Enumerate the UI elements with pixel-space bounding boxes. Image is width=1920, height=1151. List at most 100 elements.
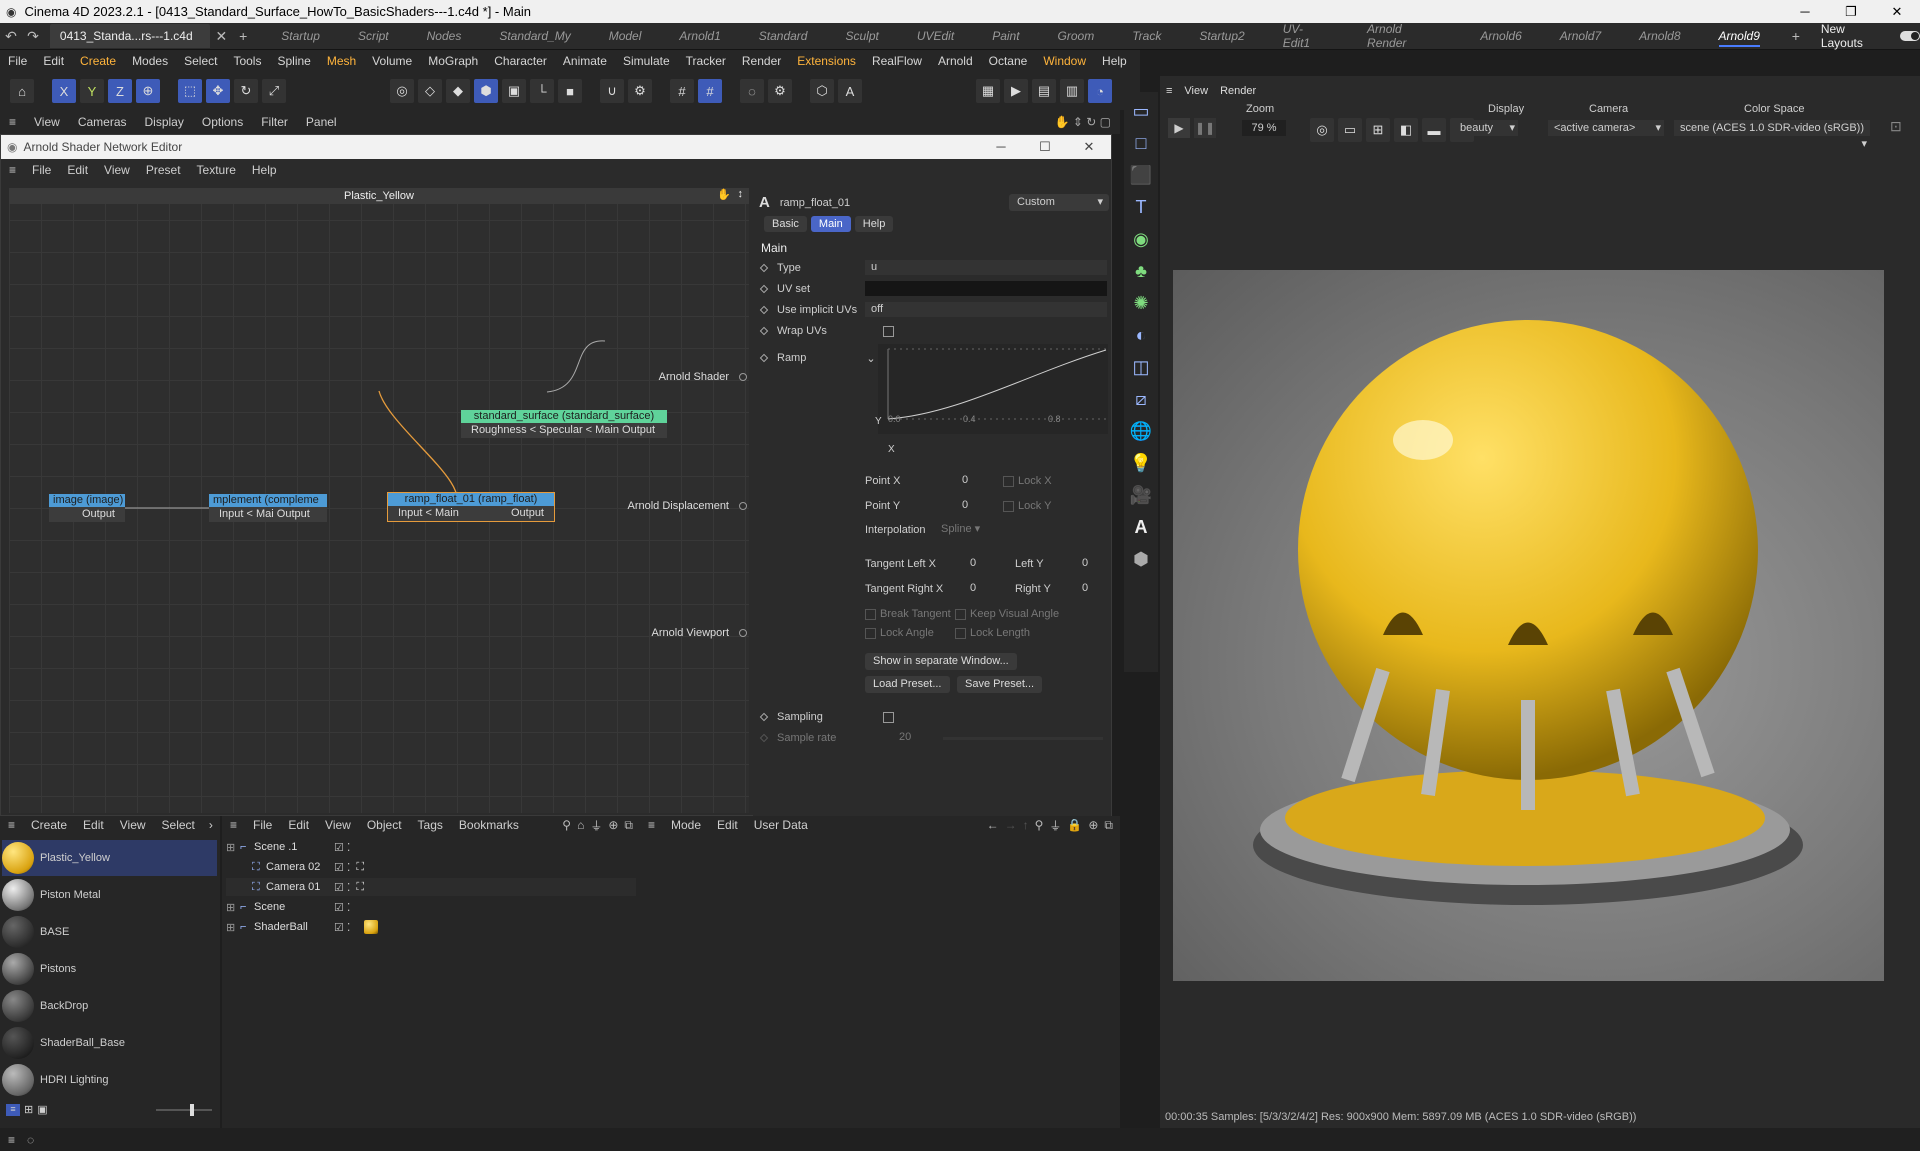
material-box-icon[interactable]: ⬢ (1128, 546, 1154, 572)
render-queue-icon[interactable]: ▤ (1032, 79, 1056, 103)
node-ramp[interactable]: ramp_float_01 (ramp_float) Input < Main … (387, 492, 555, 522)
viewmenu-cameras[interactable]: Cameras (69, 115, 136, 129)
pause-icon[interactable]: ❚❚ (1194, 118, 1216, 138)
undo-icon[interactable]: ↶ (0, 28, 22, 45)
menu-octane[interactable]: Octane (981, 54, 1036, 68)
world-icon[interactable]: ⊕ (136, 79, 160, 103)
arnold-icon[interactable]: A (838, 79, 862, 103)
cloner-icon[interactable]: ♣ (1128, 258, 1154, 284)
coord-system-icon[interactable]: ⌂ (10, 79, 34, 103)
render-settings2-icon[interactable]: ▥ (1060, 79, 1084, 103)
close-icon[interactable]: ✕ (1874, 4, 1920, 20)
material-item[interactable]: Piston Metal (2, 877, 217, 913)
clapper-icon[interactable]: ▦ (976, 79, 1000, 103)
editor-maximize-icon[interactable]: ☐ (1023, 139, 1067, 155)
layout-tab-startup2[interactable]: Startup2 (1180, 29, 1263, 43)
attrmgr-hamburger-icon[interactable]: ≡ (640, 818, 663, 832)
editor-menu-file[interactable]: File (24, 163, 59, 177)
texture-mode-icon[interactable]: ▣ (502, 79, 526, 103)
display-dropdown[interactable]: beauty ▾ (1456, 120, 1518, 136)
node-ramp-output[interactable]: Output (511, 506, 544, 521)
editor-menu-help[interactable]: Help (244, 163, 285, 177)
node-image[interactable]: image (image) Output (49, 494, 125, 522)
pointx-field[interactable]: 0 (937, 473, 993, 488)
layout-tab-arnold-render[interactable]: Arnold Render (1348, 22, 1461, 50)
layout-tab-arnold8[interactable]: Arnold8 (1620, 29, 1699, 43)
forward-arrow-icon[interactable]: → (1002, 818, 1020, 832)
attrmgr-menu-mode[interactable]: Mode (663, 818, 709, 832)
material-menu-select[interactable]: Select (154, 818, 203, 832)
visibility-check-icon[interactable]: ☑ ⁚ (334, 901, 350, 914)
output-shader-port[interactable] (739, 373, 747, 381)
light-icon[interactable]: 💡 (1128, 450, 1154, 476)
menu-modes[interactable]: Modes (124, 54, 176, 68)
menu-arnold[interactable]: Arnold (930, 54, 981, 68)
node-standard-surface[interactable]: standard_surface (standard_surface) Roug… (461, 410, 667, 438)
menu-window[interactable]: Window (1035, 54, 1094, 68)
node-standard-port[interactable]: Roughness < Specular < Main Output (461, 423, 667, 438)
editor-menu-preset[interactable]: Preset (138, 163, 189, 177)
expand-icon[interactable]: ⊞ (226, 901, 240, 914)
back-arrow-icon[interactable]: ← (984, 818, 1002, 832)
sample-rate-slider[interactable] (943, 737, 1103, 740)
material-item[interactable]: HDRI Lighting (2, 1062, 217, 1098)
ipr-icon[interactable]: ◔ (1088, 79, 1112, 103)
tab-help[interactable]: Help (854, 216, 894, 232)
attrmgr-menu-edit[interactable]: Edit (709, 818, 746, 832)
model-mode-icon[interactable]: ⬢ (474, 79, 498, 103)
interp-dropdown[interactable]: Spline ▾ (937, 522, 995, 537)
object-menu-bookmarks[interactable]: Bookmarks (451, 818, 527, 832)
arnold-strip-icon[interactable]: A (1128, 514, 1154, 540)
editor-menu-edit[interactable]: Edit (59, 163, 96, 177)
node-ramp-input[interactable]: Input < Main (398, 506, 459, 521)
layout-tab-track[interactable]: Track (1113, 29, 1180, 43)
polygons-mode-icon[interactable]: ◆ (446, 79, 470, 103)
render-region-icon[interactable]: ◌ (740, 79, 764, 103)
menu-extensions[interactable]: Extensions (789, 54, 864, 68)
material-hamburger-icon[interactable]: ≡ (0, 818, 23, 832)
filter-icon[interactable]: ⏚ (587, 817, 605, 834)
spline-tool-icon[interactable]: ⧄ (1128, 386, 1154, 412)
effector-icon[interactable]: ✺ (1128, 290, 1154, 316)
editor-hamburger-icon[interactable]: ≡ (1, 163, 24, 177)
object-menu-object[interactable]: Object (359, 818, 410, 832)
move-icon[interactable]: ✥ (206, 79, 230, 103)
menu-render[interactable]: Render (734, 54, 789, 68)
new-window-icon[interactable]: ⧉ (1101, 818, 1116, 833)
grid-view-icon[interactable]: ⊞ (24, 1103, 33, 1116)
menu-tools[interactable]: Tools (225, 54, 269, 68)
material-item[interactable]: Pistons (2, 951, 217, 987)
thumbnail-size-slider[interactable] (156, 1109, 212, 1111)
viewmenu-options[interactable]: Options (193, 115, 252, 129)
material-tag-icon[interactable] (364, 920, 379, 934)
grid-icon[interactable]: # (670, 79, 694, 103)
render-settings-icon[interactable]: ⚙ (768, 79, 792, 103)
keyframe-icon[interactable] (759, 712, 769, 722)
layout-tab-sculpt[interactable]: Sculpt (826, 29, 897, 43)
node-complement-port[interactable]: Input < Mai Output (209, 507, 327, 522)
cube-icon[interactable]: ⬛ (1128, 162, 1154, 188)
type-field[interactable]: u (865, 260, 1107, 275)
status-hamburger-icon[interactable]: ≡ (0, 1133, 23, 1147)
menu-create[interactable]: Create (72, 54, 124, 68)
layout-tab-standard[interactable]: Standard (740, 29, 827, 43)
object-row[interactable]: ⛶ Camera 02 ☑ ⁚ ⛶ (226, 858, 636, 876)
tlx-field[interactable]: 0 (953, 556, 993, 571)
expand-icon[interactable]: ⊞ (226, 841, 240, 854)
editor-minimize-icon[interactable]: ─ (979, 139, 1023, 155)
menu-realflow[interactable]: RealFlow (864, 54, 930, 68)
editor-menu-texture[interactable]: Texture (189, 163, 244, 177)
settings-gear-icon[interactable]: ⚙ (628, 79, 652, 103)
object-row[interactable]: ⊞ ⌐ Scene .1 ☑ ⁚ (226, 838, 636, 856)
material-item[interactable]: BackDrop (2, 988, 217, 1024)
object-menu-file[interactable]: File (245, 818, 280, 832)
camera-tag-icon[interactable]: ⛶ (356, 861, 364, 874)
menu-animate[interactable]: Animate (555, 54, 615, 68)
viewmenu-panel[interactable]: Panel (297, 115, 346, 129)
material-item[interactable]: ShaderBall_Base (2, 1025, 217, 1061)
viewmenu-view[interactable]: View (25, 115, 69, 129)
solo-icon[interactable]: ■ (558, 79, 582, 103)
play-icon[interactable]: ▶ (1168, 118, 1190, 138)
select-icon[interactable]: ⬚ (178, 79, 202, 103)
implicit-field[interactable]: off (865, 302, 1107, 317)
